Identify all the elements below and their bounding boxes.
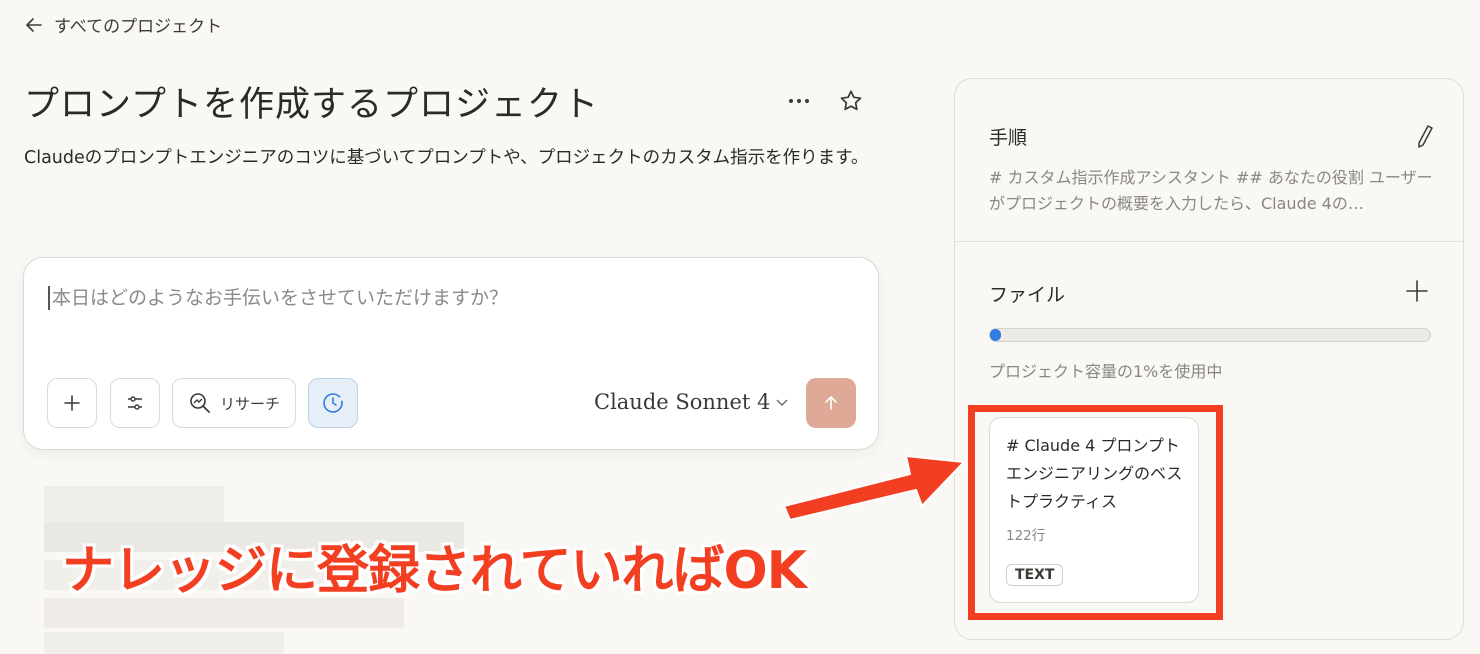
add-button[interactable]	[47, 378, 97, 428]
research-icon	[190, 393, 210, 413]
back-link[interactable]: すべてのプロジェクト	[24, 12, 222, 37]
research-label: リサーチ	[219, 394, 280, 413]
more-button[interactable]	[784, 86, 814, 116]
plus-icon	[1406, 280, 1428, 302]
research-button[interactable]: リサーチ	[172, 378, 296, 428]
tools-button[interactable]	[110, 378, 160, 428]
plus-icon	[64, 395, 80, 411]
capacity-bar	[989, 328, 1431, 342]
blurred-content	[44, 486, 224, 522]
blurred-content	[44, 632, 284, 654]
title-actions	[784, 86, 866, 116]
sliders-icon	[128, 396, 142, 410]
capacity-text: プロジェクト容量の1%を使用中	[989, 362, 1223, 381]
star-icon	[840, 90, 862, 111]
back-link-label: すべてのプロジェクト	[54, 17, 223, 37]
instructions-preview[interactable]: # カスタム指示作成アシスタント ## あなたの役割 ユーザーがプロジェクトの概…	[989, 165, 1439, 217]
pencil-icon	[1418, 125, 1433, 148]
chat-composer: 本日はどのようなお手伝いをさせていただけますか？ リサーチ Claude Son…	[23, 257, 879, 450]
capacity-fill	[990, 329, 1002, 341]
send-button[interactable]	[806, 378, 856, 428]
star-button[interactable]	[836, 86, 866, 116]
history-button[interactable]	[308, 378, 358, 428]
model-selector[interactable]: Claude Sonnet 4	[594, 390, 790, 414]
arrow-left-icon	[26, 17, 42, 32]
project-description: Claudeのプロンプトエンジニアのコツに基づいてプロンプトや、プロジェクトのカ…	[24, 148, 869, 168]
edit-instructions-button[interactable]	[1413, 123, 1435, 153]
files-heading: ファイル	[989, 284, 1066, 306]
highlight-box	[968, 405, 1223, 620]
page-title: プロンプトを作成するプロジェクト	[24, 85, 599, 125]
model-label: Claude Sonnet 4	[594, 390, 771, 414]
divider	[955, 241, 1463, 242]
annotation-text: ナレッジに登録されていればOK	[62, 541, 807, 601]
arrow-up-icon	[825, 396, 837, 410]
add-file-button[interactable]	[1405, 279, 1429, 307]
chevron-down-icon	[776, 399, 788, 406]
chat-input[interactable]: 本日はどのようなお手伝いをさせていただけますか？	[48, 286, 508, 310]
clock-icon	[323, 393, 343, 413]
more-icon	[789, 99, 809, 103]
instructions-heading: 手順	[989, 127, 1028, 149]
annotation-arrow	[783, 455, 965, 520]
